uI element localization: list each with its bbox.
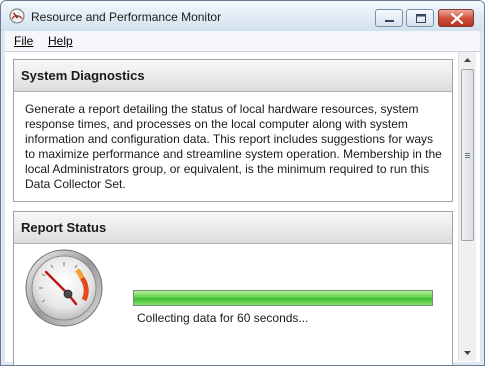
close-button[interactable] — [438, 9, 474, 27]
system-diagnostics-title: System Diagnostics — [21, 68, 145, 83]
report-status-title: Report Status — [21, 220, 107, 235]
system-diagnostics-header: System Diagnostics — [14, 60, 452, 92]
menu-file[interactable]: File — [14, 34, 33, 48]
minimize-icon — [385, 20, 394, 22]
vertical-scrollbar[interactable] — [458, 52, 476, 361]
system-diagnostics-panel: System Diagnostics Generate a report det… — [13, 59, 453, 202]
menu-help-mnemonic: Help — [48, 34, 73, 48]
maximize-icon — [416, 14, 426, 23]
window-title: Resource and Performance Monitor — [31, 10, 222, 24]
scroll-up-arrow-icon — [464, 58, 471, 62]
scroll-thumb-grip — [465, 157, 470, 158]
resource-monitor-icon — [9, 8, 25, 24]
gauge-icon — [25, 249, 103, 327]
report-status-header: Report Status — [14, 212, 452, 244]
minimize-button[interactable] — [375, 9, 403, 27]
title-bar[interactable]: Resource and Performance Monitor — [1, 1, 484, 31]
scroll-thumb[interactable] — [461, 69, 474, 241]
maximize-button[interactable] — [406, 9, 434, 27]
scroll-down-button[interactable] — [459, 344, 476, 361]
content-area: System Diagnostics Generate a report det… — [5, 51, 480, 365]
scroll-thumb-grip — [465, 153, 470, 154]
scroll-up-button[interactable] — [459, 52, 476, 69]
report-status-panel: Report Status Collecting data for 60 sec… — [13, 211, 453, 365]
status-text: Collecting data for 60 seconds... — [137, 311, 309, 325]
close-icon — [450, 12, 464, 25]
app-window: Resource and Performance Monitor File He… — [0, 0, 485, 366]
system-diagnostics-description: Generate a report detailing the status o… — [25, 102, 442, 191]
progress-bar-fill — [134, 291, 432, 305]
menu-bar: File Help — [5, 31, 480, 51]
scroll-thumb-grip — [465, 155, 470, 156]
progress-bar — [133, 290, 433, 306]
menu-help[interactable]: Help — [48, 34, 73, 48]
scroll-down-arrow-icon — [464, 351, 471, 355]
menu-file-mnemonic: File — [14, 34, 34, 48]
